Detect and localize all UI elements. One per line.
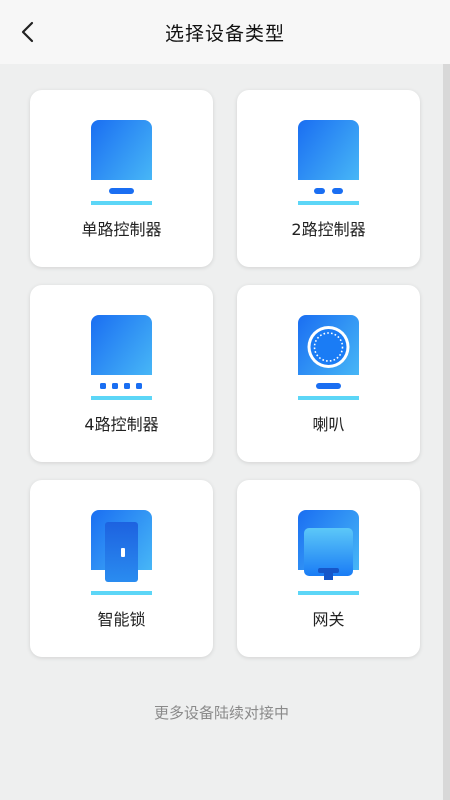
app-header: 选择设备类型 [0,0,450,64]
device-label: 喇叭 [312,415,345,434]
device-label: 智能锁 [97,610,146,629]
chevron-left-icon [21,21,34,43]
four-way-controller-icon [91,315,152,400]
back-button[interactable] [14,18,42,46]
device-label: 单路控制器 [81,220,162,239]
scrollbar[interactable] [443,64,450,800]
gateway-icon [298,510,359,595]
device-label: 网关 [312,610,345,629]
device-type-grid: 单路控制器 2路控制器 4路控制器 喇叭 智能锁 网关 [30,90,422,657]
device-card-speaker[interactable]: 喇叭 [237,285,420,462]
footer-note: 更多设备陆续对接中 [153,704,289,722]
device-card-smart-lock[interactable]: 智能锁 [30,480,213,657]
page-title: 选择设备类型 [164,22,285,45]
single-controller-icon [91,120,152,205]
device-card-single-controller[interactable]: 单路控制器 [30,90,213,267]
smart-lock-icon [91,510,152,595]
device-card-four-way-controller[interactable]: 4路控制器 [30,285,213,462]
device-card-two-way-controller[interactable]: 2路控制器 [237,90,420,267]
device-card-gateway[interactable]: 网关 [237,480,420,657]
device-label: 4路控制器 [84,415,159,434]
speaker-icon [298,315,359,400]
device-label: 2路控制器 [291,220,366,239]
two-way-controller-icon [298,120,359,205]
